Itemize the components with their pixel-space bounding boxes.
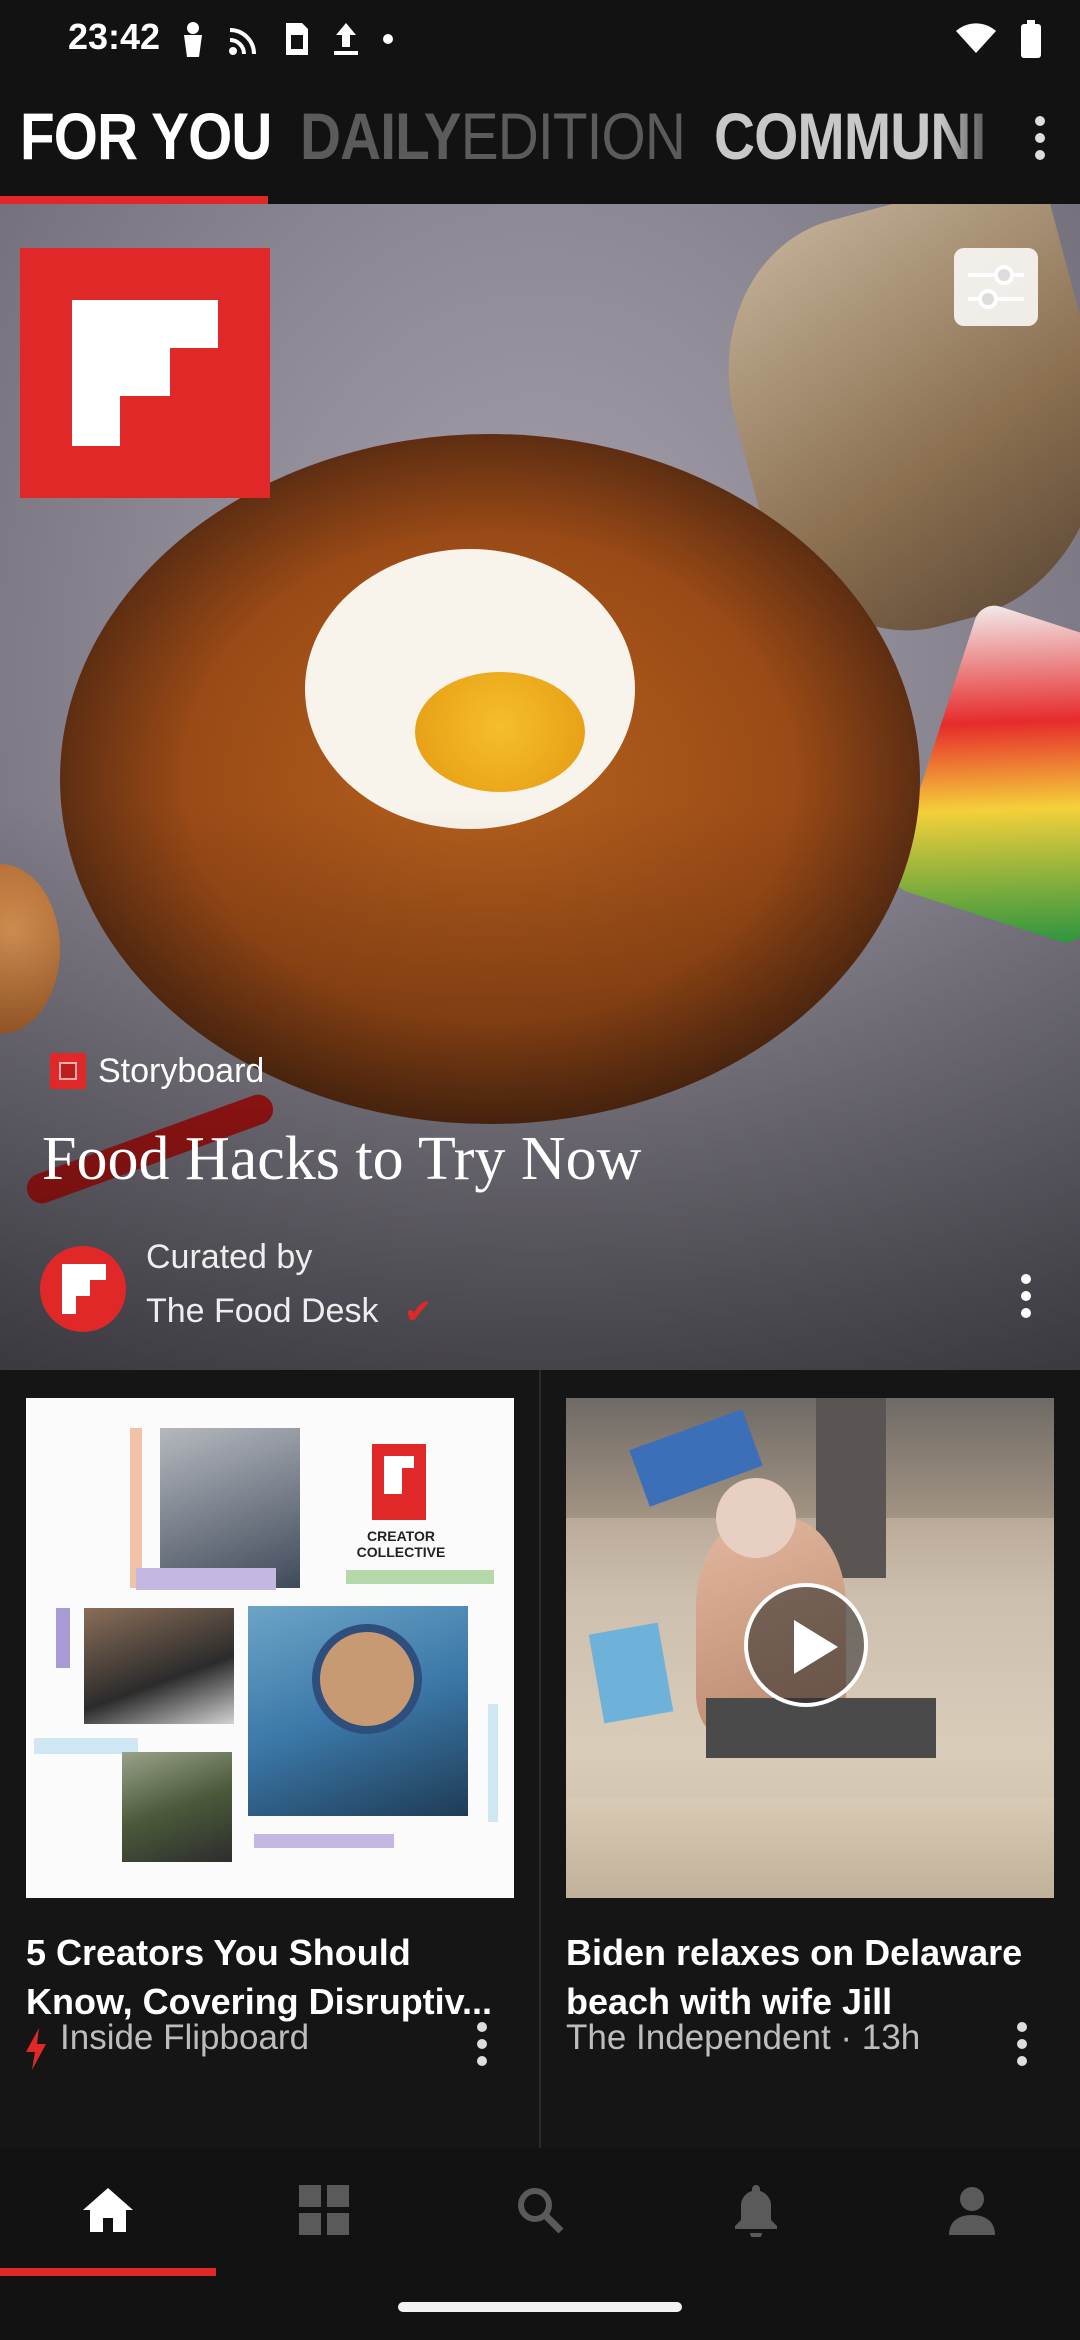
- hero-title[interactable]: Food Hacks to Try Now: [42, 1124, 641, 1195]
- curator-name[interactable]: The Food Desk: [146, 1292, 378, 1331]
- wifi-icon: [956, 23, 996, 53]
- cast-icon: [229, 28, 256, 55]
- nav-sections[interactable]: [216, 2148, 432, 2272]
- search-icon: [518, 2188, 564, 2234]
- nav-home[interactable]: [0, 2148, 216, 2272]
- status-icons-right: [956, 14, 1042, 64]
- bottom-nav: [0, 2148, 1080, 2272]
- profile-icon: [949, 2187, 995, 2235]
- dot-icon: [383, 34, 393, 44]
- story-cards: CREATOR COLLECTIVE 5 Creators You Should…: [0, 1370, 1080, 2148]
- curator-avatar[interactable]: [40, 1246, 126, 1332]
- verified-check-icon: ✔: [404, 1293, 433, 1331]
- creator-collective-logo: [372, 1444, 426, 1520]
- battery-icon: [1021, 20, 1041, 58]
- card-divider: [539, 1370, 541, 2148]
- story-card[interactable]: CREATOR COLLECTIVE 5 Creators You Should…: [26, 1398, 514, 2028]
- nav-active-indicator: [0, 2268, 216, 2276]
- tab-daily-light: EDITION: [460, 99, 686, 173]
- tab-daily-edition[interactable]: DAILYEDITION: [300, 98, 686, 174]
- status-bar: 23:42: [0, 0, 1080, 78]
- home-gesture-bar[interactable]: [398, 2302, 682, 2312]
- card-source[interactable]: The Independent · 13h: [566, 2018, 920, 2058]
- hero-story[interactable]: Storyboard Food Hacks to Try Now Curated…: [0, 204, 1080, 1370]
- status-icons-left: [180, 14, 394, 64]
- play-icon[interactable]: [744, 1583, 868, 1707]
- customize-button[interactable]: [954, 248, 1038, 326]
- card-title[interactable]: Biden relaxes on Delaware beach with wif…: [566, 1928, 1054, 2028]
- person-icon: [184, 22, 202, 57]
- card-thumbnail-collage: CREATOR COLLECTIVE: [26, 1398, 514, 1898]
- status-time: 23:42: [68, 16, 161, 57]
- grid-icon: [299, 2185, 349, 2235]
- hero-more-icon[interactable]: [1006, 1274, 1046, 1334]
- tab-for-you[interactable]: FOR YOU: [20, 98, 272, 174]
- card-source[interactable]: Inside Flipboard: [60, 2018, 309, 2058]
- sliders-icon: [968, 265, 1024, 309]
- creator-collective-text: CREATOR COLLECTIVE: [356, 1528, 446, 1560]
- card-thumbnail-video: [566, 1398, 1054, 1898]
- section-tabs: FOR YOU DAILYEDITION COMMUNI: [0, 78, 1080, 204]
- card-more-icon[interactable]: [1002, 2022, 1042, 2072]
- curated-by-label: Curated by: [146, 1238, 313, 1276]
- nav-search[interactable]: [432, 2148, 648, 2272]
- tab-active-indicator: [0, 196, 268, 204]
- bolt-icon: [26, 2028, 46, 2070]
- tab-daily-bold: DAILY: [300, 99, 462, 173]
- storyboard-icon: [50, 1053, 86, 1089]
- flipboard-logo: [20, 248, 270, 498]
- tabs-more-icon[interactable]: [1020, 108, 1060, 168]
- nav-profile[interactable]: [864, 2148, 1080, 2272]
- sim-icon: [286, 23, 308, 55]
- hero-image-egg-yolk: [415, 672, 585, 792]
- home-icon: [83, 2188, 133, 2232]
- storyboard-tag: Storyboard: [50, 1048, 264, 1094]
- story-card[interactable]: Biden relaxes on Delaware beach with wif…: [566, 1398, 1054, 2028]
- storyboard-label: Storyboard: [98, 1051, 265, 1090]
- card-more-icon[interactable]: [462, 2022, 502, 2072]
- nav-notifications[interactable]: [648, 2148, 864, 2272]
- bell-icon: [735, 2185, 777, 2237]
- card-title[interactable]: 5 Creators You Should Know, Covering Dis…: [26, 1928, 514, 2028]
- upload-icon: [334, 23, 358, 55]
